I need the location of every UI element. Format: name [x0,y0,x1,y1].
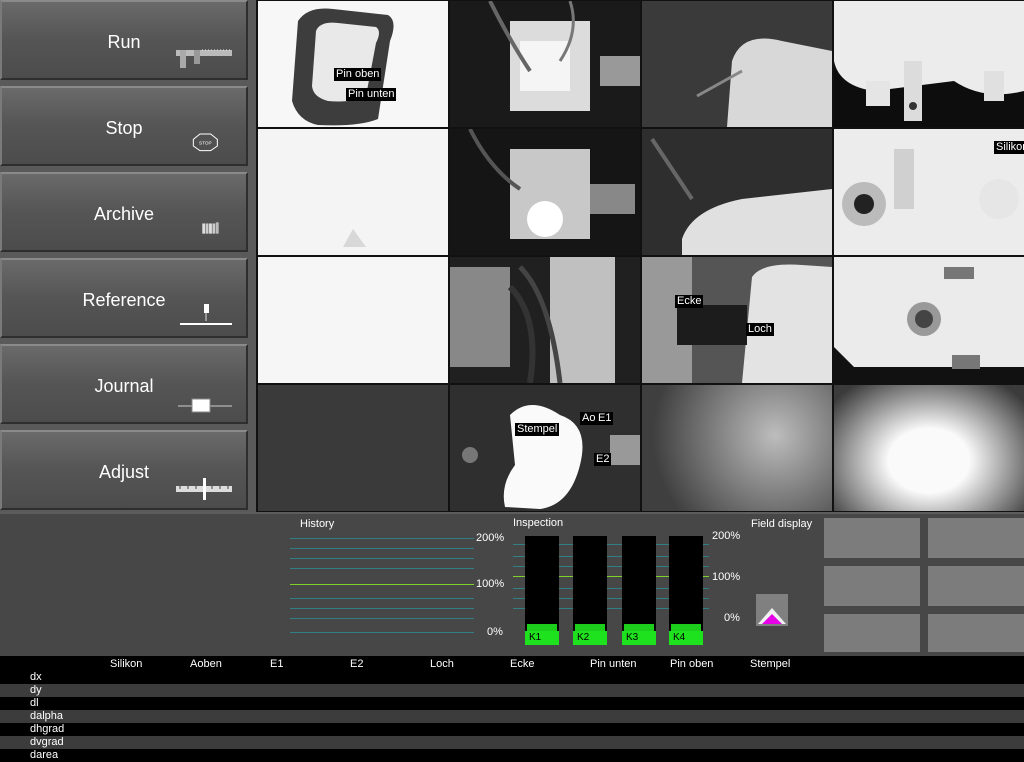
camera-view-pin[interactable]: Pin oben Pin unten [258,1,448,127]
inspection-bar-label: K4 [669,631,703,645]
inspection-bar-k2 [573,536,607,632]
label-pin-unten: Pin unten [346,88,397,101]
camera-view-blur[interactable] [642,385,832,511]
stempel-image [450,385,640,511]
archive-binders-icon [202,222,219,234]
inspection-bar-label: K2 [573,631,607,645]
table-row: dalpha [0,710,1024,723]
inspection-bar-label: K1 [525,631,559,645]
camera-view-blank-2[interactable] [258,257,448,383]
label-e2: E2 [594,453,612,466]
field-box[interactable] [824,614,920,652]
label-stempel: Stempel [515,423,560,436]
stop-sign-text: STOP [199,141,212,146]
reference-probe-icon [180,304,232,325]
ecke-image [642,257,832,383]
robot-image [488,1,640,111]
stop-sign-icon: STOP [192,133,218,152]
table-column-header: Pin unten [590,658,637,670]
camera-view-robot-3[interactable] [450,257,640,383]
container-image-2 [650,137,832,255]
table-column-header: Stempel [750,658,791,670]
camera-view-robot-1[interactable] [450,1,640,127]
run-button[interactable]: Run [0,0,248,80]
tank-image-3 [834,257,1024,369]
robot-image-2 [468,129,635,239]
camera-view-robot-2[interactable] [450,129,640,255]
caliper-icon [176,49,232,68]
field-display-title: Field display [751,518,813,530]
camera-view-container-2[interactable] [642,129,832,255]
field-box[interactable] [928,614,1024,652]
table-column-header: Silikon [110,658,143,670]
status-panel: History 200% 100% 0% Inspection 200% 100… [0,512,1024,656]
field-box[interactable] [824,566,920,606]
inspection-bar-k3 [622,536,656,632]
blank-image [343,229,366,247]
adjust-button[interactable]: Adjust [0,430,248,510]
app-window: Run Stop STOP Archive Reference Journal … [0,0,1024,762]
deviation-table: Silikon Aoben E1 E2 Loch Ecke Pin unten Pin obe… [0,656,1024,762]
stop-button[interactable]: Stop STOP [0,86,248,166]
table-row: dl [0,697,1024,710]
table-row: dx [0,671,1024,684]
history-title: History [300,518,335,530]
journal-button[interactable]: Journal [0,344,248,424]
camera-view-tank-1[interactable] [834,1,1024,127]
camera-view-stempel[interactable]: Stempel Aob E1 E2 [450,385,640,511]
field-marker-icon [758,608,786,624]
history-pct-0: 0% [487,626,503,638]
camera-view-tank-2[interactable]: Silikon [834,129,1024,255]
camera-view-tank-3[interactable] [834,257,1024,383]
inspection-pct-0: 0% [724,612,740,624]
label-ecke: Ecke [675,295,704,308]
camera-grid: Pin oben Pin unten Siliko Ecke Loch Stem… [256,0,1024,512]
inspection-bar-k1 [525,536,559,632]
table-row: dy [0,684,1024,697]
inspection-pct-100: 100% [712,571,741,583]
table-column-header: Pin oben [670,658,714,670]
camera-view-glare[interactable] [834,385,1024,511]
table-row: darea [0,749,1024,762]
table-column-header: Loch [430,658,454,670]
container-image [642,1,832,127]
inspection-bar-k4 [669,536,703,632]
field-box[interactable] [928,518,1024,558]
table-column-header: E1 [270,658,284,670]
label-silikon: Silikon [994,141,1024,154]
field-box[interactable] [824,518,920,558]
table-column-header: Aoben [190,658,222,670]
history-pct-200: 200% [476,532,505,544]
camera-view-container-1[interactable] [642,1,832,127]
inspection-bar-label: K3 [622,631,656,645]
camera-view-blank-1[interactable] [258,129,448,255]
label-loch: Loch [746,323,774,336]
ruler-slider-icon [176,478,232,500]
table-column-header: E2 [350,658,364,670]
journal-roll-icon [178,398,232,413]
table-row: dvgrad [0,736,1024,749]
label-pin-oben: Pin oben [334,68,382,81]
field-display-widget[interactable] [756,594,788,626]
field-box[interactable] [928,566,1024,606]
archive-button[interactable]: Archive [0,172,248,252]
reference-button[interactable]: Reference [0,258,248,338]
robot-image-3 [450,257,615,383]
inspection-title: Inspection [513,517,564,529]
history-pct-100: 100% [476,578,505,590]
tank-image [834,1,1024,121]
pin-part-image [292,8,394,126]
nav-panel: Run Stop STOP Archive Reference Journal … [0,0,256,512]
camera-view-dark[interactable] [258,385,448,511]
camera-view-ecke[interactable]: Ecke Loch [642,257,832,383]
label-e1: E1 [596,412,614,425]
table-column-header: Ecke [510,658,535,670]
inspection-pct-200: 200% [712,530,741,542]
history-center-line [290,584,474,585]
table-row: dhgrad [0,723,1024,736]
